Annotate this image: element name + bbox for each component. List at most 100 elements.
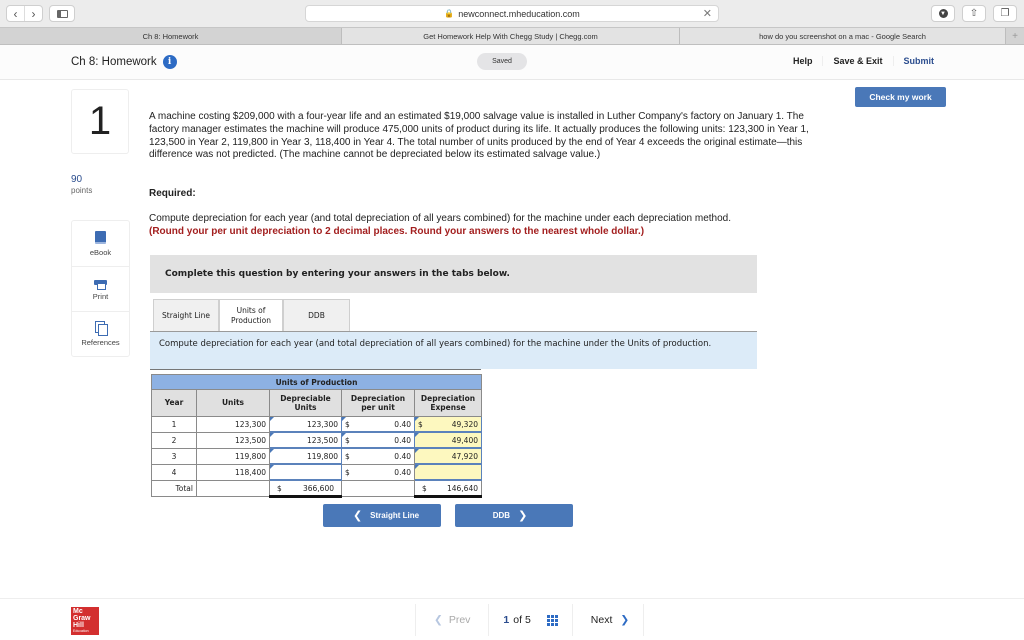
units-cell: 123,300	[196, 416, 270, 433]
check-my-work-button[interactable]: Check my work	[855, 87, 946, 107]
ebook-label: eBook	[89, 247, 112, 257]
question-instruction: Compute depreciation for each year (and …	[149, 213, 819, 238]
print-button[interactable]: Print	[72, 266, 129, 311]
browser-tab-google[interactable]: how do you screenshot on a mac - Google …	[680, 28, 1006, 44]
header-units: Units	[196, 389, 270, 417]
year-cell: 4	[151, 464, 197, 481]
next-tab-button[interactable]: DDB ❯	[455, 504, 573, 527]
depreciation-expense-input[interactable]: 47,920	[414, 448, 482, 465]
tab-units-of-production[interactable]: Units of Production	[219, 299, 283, 332]
currency-symbol: $	[345, 468, 350, 477]
close-icon[interactable]: ✕	[703, 7, 712, 20]
table-caption: Units of Production	[151, 374, 482, 390]
depreciable-units-input[interactable]: 119,800	[269, 448, 342, 465]
browser-nav-buttons: ‹ ›	[6, 5, 43, 22]
total-rate-empty	[341, 480, 415, 497]
new-tab-button[interactable]: +	[1006, 28, 1024, 44]
info-icon[interactable]: i	[162, 55, 177, 69]
url-text: newconnect.mheducation.com	[458, 8, 580, 19]
forward-icon[interactable]: ›	[24, 6, 42, 21]
total-label: Total	[151, 480, 197, 497]
units-cell: 123,500	[196, 432, 270, 449]
prev-question-button[interactable]: ❮ Prev	[415, 604, 490, 636]
lock-icon: 🔒	[444, 9, 455, 18]
back-icon[interactable]: ‹	[7, 6, 24, 21]
table-row: 3 119,800 119,800 $0.40 47,920	[151, 448, 482, 465]
grid-icon[interactable]	[546, 614, 558, 626]
browser-tab-homework[interactable]: Ch 8: Homework	[0, 28, 342, 44]
question-pager: ❮ Prev 1 of 5 Next ❯	[415, 604, 645, 636]
depreciable-units-input[interactable]: 123,300	[269, 416, 342, 433]
sidebar-toggle-button[interactable]	[49, 5, 75, 22]
depreciation-per-unit-input[interactable]: $0.40	[341, 464, 415, 481]
next-label: Next	[590, 614, 613, 626]
year-cell: 3	[151, 448, 197, 465]
expense-value: 49,320	[451, 420, 478, 429]
question-number: 1	[71, 89, 129, 154]
total-questions: 5	[524, 614, 531, 626]
header-depreciation-expense: Depreciation Expense	[414, 389, 482, 417]
rounding-instruction: (Round your per unit depreciation to 2 d…	[149, 225, 645, 237]
depreciation-per-unit-input[interactable]: $0.40	[341, 416, 415, 433]
units-cell: 119,800	[196, 448, 270, 465]
total-units-empty	[196, 480, 270, 497]
expense-value: 49,400	[451, 436, 478, 445]
ebook-button[interactable]: eBook	[72, 221, 129, 266]
print-label: Print	[92, 292, 109, 301]
depreciable-units-input[interactable]: 123,500	[269, 432, 342, 449]
header-year: Year	[151, 389, 197, 417]
logo-line: Hill	[73, 622, 84, 629]
prev-label: Prev	[448, 614, 471, 626]
download-icon: ▼	[938, 9, 948, 18]
save-exit-link[interactable]: Save & Exit	[822, 56, 892, 66]
help-link[interactable]: Help	[783, 56, 823, 66]
header-links: Help Save & Exit Submit	[783, 56, 944, 66]
sidebar-icon	[56, 9, 68, 18]
rate-value: 0.40	[394, 468, 411, 477]
required-heading: Required:	[149, 188, 196, 199]
references-icon	[94, 321, 108, 336]
references-button[interactable]: References	[72, 311, 129, 356]
question-text: A machine costing $209,000 with a four-y…	[149, 111, 809, 161]
submit-link[interactable]: Submit	[892, 56, 945, 66]
tab-straight-line[interactable]: Straight Line	[153, 299, 219, 332]
prev-tab-button[interactable]: ❮ Straight Line	[323, 504, 441, 527]
answer-tabs: Straight Line Units of Production DDB	[153, 299, 350, 332]
tab-instruction: Compute depreciation for each year (and …	[150, 332, 757, 369]
chevron-right-icon: ❯	[620, 614, 630, 626]
share-icon: ⇧	[969, 8, 979, 19]
address-bar[interactable]: 🔒 newconnect.mheducation.com ✕	[305, 5, 719, 22]
header-depreciable-units: Depreciable Units	[269, 389, 342, 417]
year-cell: 2	[151, 432, 197, 449]
assignment-title-text: Ch 8: Homework	[71, 56, 157, 68]
browser-tab-chegg[interactable]: Get Homework Help With Chegg Study | Che…	[342, 28, 680, 44]
depreciation-expense-input[interactable]: $49,320	[414, 416, 482, 433]
tab-ddb[interactable]: DDB	[283, 299, 350, 332]
currency-symbol: $	[345, 420, 350, 429]
total-depreciable-units: $366,600	[269, 480, 342, 498]
depreciation-per-unit-input[interactable]: $0.40	[341, 432, 415, 449]
rate-value: 0.40	[394, 452, 411, 461]
total-depreciable-units-value: 366,600	[302, 483, 334, 493]
total-row: Total $366,600 $146,640	[151, 480, 482, 498]
points-value: 90	[71, 174, 83, 185]
downloads-button[interactable]: ▼	[931, 5, 955, 22]
units-cell: 118,400	[196, 464, 270, 481]
tabs-icon: ❐	[1000, 8, 1010, 19]
points-label: points	[71, 186, 93, 195]
next-question-button[interactable]: Next ❯	[571, 604, 645, 636]
expense-value: 47,920	[451, 452, 478, 461]
total-depreciation-expense: $146,640	[414, 480, 482, 498]
browser-toolbar: ‹ › 🔒 newconnect.mheducation.com ✕ ▼ ⇧ ❐	[0, 0, 1024, 27]
logo-line: Mc	[73, 608, 83, 615]
book-icon	[95, 230, 106, 244]
depreciation-expense-input[interactable]: 49,400	[414, 432, 482, 449]
tabs-overview-button[interactable]: ❐	[993, 5, 1017, 22]
depreciable-units-input[interactable]	[269, 464, 342, 481]
depreciation-expense-input[interactable]	[414, 464, 482, 481]
depreciation-per-unit-input[interactable]: $0.40	[341, 448, 415, 465]
complete-question-banner: Complete this question by entering your …	[150, 255, 757, 293]
header-depreciation-per-unit: Depreciation per unit	[341, 389, 415, 417]
footer: Mc Graw Hill Education ❮ Prev 1 of 5 Nex…	[0, 598, 1024, 640]
share-button[interactable]: ⇧	[962, 5, 986, 22]
